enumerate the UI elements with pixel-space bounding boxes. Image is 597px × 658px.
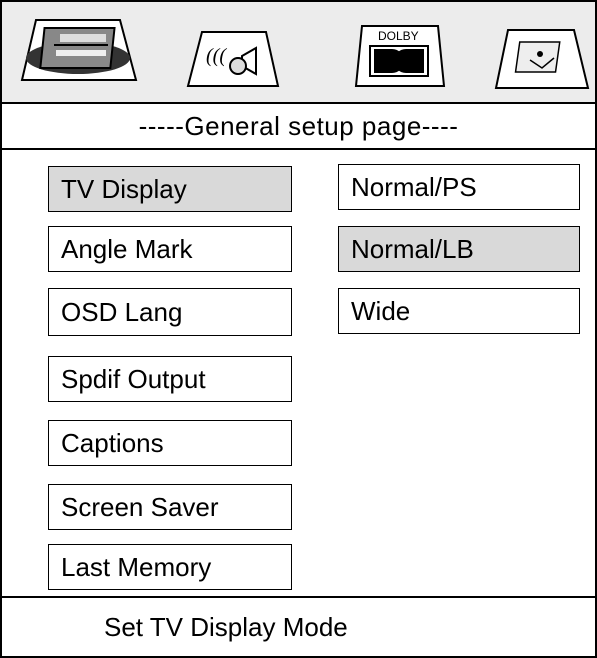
- option-wide[interactable]: Wide: [338, 288, 580, 334]
- audio-setup-tab[interactable]: (((: [184, 28, 284, 92]
- status-text: Set TV Display Mode: [104, 611, 348, 642]
- menu-item-last-memory[interactable]: Last Memory: [48, 544, 292, 590]
- menu-item-captions[interactable]: Captions: [48, 420, 292, 466]
- menu-item-osd-lang[interactable]: OSD Lang: [48, 288, 292, 336]
- menu-item-screen-saver[interactable]: Screen Saver: [48, 484, 292, 530]
- dolby-setup-tab[interactable]: DOLBY: [352, 22, 448, 90]
- menu-item-tv-display[interactable]: TV Display: [48, 166, 292, 212]
- tv-screen-icon: [20, 19, 138, 81]
- menu-item-angle-mark[interactable]: Angle Mark: [48, 226, 292, 272]
- page-title: -----General setup page----: [2, 104, 595, 150]
- general-setup-tab[interactable]: [16, 14, 142, 90]
- svg-text:(((: (((: [206, 45, 227, 67]
- option-normal-lb[interactable]: Normal/LB: [338, 226, 580, 272]
- option-normal-ps[interactable]: Normal/PS: [338, 164, 580, 210]
- status-bar: Set TV Display Mode: [2, 596, 595, 656]
- menu-item-spdif-output[interactable]: Spdif Output: [48, 356, 292, 402]
- setup-menu-frame: ((( DOLBY -----General setup page---- TV…: [0, 0, 597, 658]
- preference-picture-icon: [494, 29, 590, 89]
- dolby-logo-icon: DOLBY: [354, 25, 446, 87]
- setup-tab-bar: ((( DOLBY: [2, 2, 595, 104]
- speaker-sound-icon: (((: [186, 31, 280, 87]
- svg-text:DOLBY: DOLBY: [378, 29, 419, 43]
- preference-tab[interactable]: [492, 26, 592, 92]
